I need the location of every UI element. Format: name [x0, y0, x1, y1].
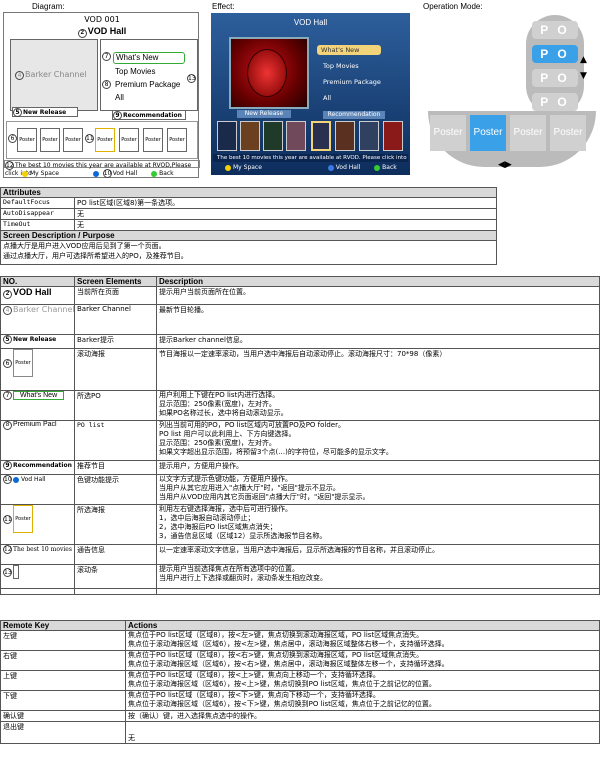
scrollbar-icon [13, 565, 19, 579]
table-cell: 节目海报以一定速率滚动，当用户选中海报后自动滚动停止。滚动海报尺寸：70*98（… [156, 348, 600, 391]
diagram-title: VOD 001 [84, 15, 120, 24]
table-cell: 滚动海报 [74, 348, 157, 391]
down-arrow-icon: ▼ [580, 71, 587, 81]
table-cell: Barker提示 [74, 334, 157, 349]
diagram-poster-strip: 6 Poster Poster Poster 11 Poster Poster … [6, 121, 198, 159]
table-cell: 11 Poster [0, 504, 75, 545]
table-cell: 上键 [0, 670, 126, 691]
table-cell: 右键 [0, 650, 126, 671]
table-cell [74, 588, 157, 595]
table-cell: 焦点位于PO list区域（区域8），按<左>键，焦点切换到滚动海报区域，PO … [125, 630, 600, 651]
table-cell: 9 Recommendation [0, 460, 75, 475]
table-cell: 12The best 10 movies [0, 544, 75, 565]
operation-caption: Operation Mode: [423, 2, 483, 11]
table-header-cell: Remote Key [0, 620, 126, 631]
table-cell: 8 Premium Pacl [0, 420, 75, 461]
table-cell: 焦点位于PO list区域（区域8），按<下>键，焦点向下移动一个，支持循环选择… [125, 690, 600, 711]
left-right-arrow-icon: ◀▶ [498, 160, 512, 170]
attributes-table: Attributes DefaultFocus PO list区域(区域8)第一条… [0, 187, 497, 265]
table-cell: 焦点位于PO list区域（区域8），按<右>键，焦点切换到滚动海报区域，PO … [125, 650, 600, 671]
diagram-po-selected: What's New [113, 52, 185, 64]
table-cell: DefaultFocus [0, 197, 75, 209]
table-cell: TimeOut [0, 219, 75, 231]
diagram-barker-area: 4 Barker Channel [10, 39, 98, 111]
table-cell: 确认键 [0, 710, 126, 722]
table-cell: 色键功能提示 [74, 474, 157, 505]
table-cell: 2 VOD Hall [0, 286, 75, 305]
table-cell: 列出当前可用的PO，PO list区域内可放置PO及PO folder。 PO … [156, 420, 600, 461]
table-cell: 无 [74, 208, 497, 220]
table-cell: 所选PO [74, 390, 157, 421]
remote-key-table: Remote Key Actions 左键 焦点位于PO list区域（区域8），按… [0, 620, 600, 744]
table-cell: 13 [0, 564, 75, 589]
table-cell: 利用左右键选择海报，选中后可进行操作。 1，选中后海报自动滚动停止； 2，选中海… [156, 504, 600, 545]
table-cell: 提示用户当前页面所在位置。 [156, 286, 600, 305]
table-cell: 以一定速率滚动文字信息，当用户选中海报后，显示所选海报的节目名称，并且滚动停止。 [156, 544, 600, 565]
up-arrow-icon: ▲ [580, 55, 587, 65]
table-cell: 推荐节目 [74, 460, 157, 475]
elements-table: NO. Screen Elements Description 2 VOD Hall 当… [0, 276, 600, 595]
table-header-cell: Screen Elements [74, 276, 157, 287]
effect-caption: Effect: [212, 2, 235, 11]
diagram-recommendation: 9 Recommendation [112, 110, 186, 120]
spiderman-mask-icon [247, 49, 287, 97]
effect-po-selected: What's New [317, 45, 381, 55]
table-cell: 以文字方式提示色键功能，方便用户操作。 当用户从其它应用进入"点播大厅"时，"返… [156, 474, 600, 505]
operation-poster-selected: Poster [470, 115, 506, 151]
table-cell: 当前所在页面 [74, 286, 157, 305]
table-cell: 7 What's New [0, 390, 75, 421]
table-header-cell: NO. [0, 276, 75, 287]
table-cell: 下键 [0, 690, 126, 711]
table-cell: 10 Vod Hall [0, 474, 75, 505]
table-cell: Screen Description / Purpose [0, 230, 497, 241]
table-cell: PO list [74, 420, 157, 461]
operation-mode: P O P O P O P O ▲ ▼ Poster Poster Poster… [428, 15, 596, 175]
table-cell: 最新节目轮播。 [156, 304, 600, 335]
diagram-new-release: 5 New Release [12, 107, 78, 117]
table-cell: 提示用户当前选择焦点在所有选项中的位置。 当用户进行上下选择或翻页时，滚动条发生… [156, 564, 600, 589]
table-cell: 焦点位于PO list区域（区域8），按<上>键，焦点向上移动一个，支持循环选择… [125, 670, 600, 691]
diagram-selected-poster: Poster [95, 128, 115, 152]
effect-title: VOD Hall [293, 18, 328, 27]
diagram-hall: 2 VOD Hall [4, 26, 200, 38]
table-cell: 5 New Release [0, 334, 75, 349]
table-cell: Barker Channel [74, 304, 157, 335]
table-cell: 提示用户，方便用户操作。 [156, 460, 600, 475]
table-cell: Attributes [0, 187, 497, 198]
diagram-po-list: 7 8 13 What's New Top Movies Premium Pac… [100, 39, 198, 111]
operation-po-selected: P O [532, 45, 578, 63]
diagram-info-bar: 12The best 10 movies this year are avail… [4, 160, 200, 177]
table-cell: 提示Barker channel信息。 [156, 334, 600, 349]
table-cell: 用户利用上下键在PO list内进行选择。 显示范围：250像素(宽度)，左对齐… [156, 390, 600, 421]
table-cell [0, 588, 75, 595]
diagram-wireframe: VOD 001 2 VOD Hall 4 Barker Channel 7 8 13… [3, 12, 200, 178]
effect-barker-image [229, 37, 309, 109]
table-cell: 滚动条 [74, 564, 157, 589]
table-cell: 左键 [0, 630, 126, 651]
table-cell: 按（确认）键，进入选择焦点选中的操作。 [125, 710, 600, 722]
table-cell: 无 [74, 219, 497, 231]
table-cell: 通告信息 [74, 544, 157, 565]
table-cell: 点播大厅是用户进入VOD应用后见到了第一个页面。 通过点播大厅，用户可选择所希望进… [0, 240, 497, 265]
table-header-cell: Actions [125, 620, 600, 631]
table-cell: 所选海报 [74, 504, 157, 545]
table-cell: 6 Poster [0, 348, 75, 391]
effect-preview: VOD Hall What's New Top Movies Premium P… [211, 13, 410, 175]
diagram-caption: Diagram: [32, 2, 65, 11]
diagram-color-keys: My Space 10Vod Hall Back [22, 169, 174, 178]
table-cell: PO list区域(区域8)第一条选项。 [74, 197, 497, 209]
table-cell: 4 Barker Channel [0, 304, 75, 335]
table-cell: 退出键 [0, 721, 126, 744]
table-cell [156, 588, 600, 595]
table-cell: 无 [125, 721, 600, 744]
table-cell: AutoDisappear [0, 208, 75, 220]
table-header-cell: Description [156, 276, 600, 287]
